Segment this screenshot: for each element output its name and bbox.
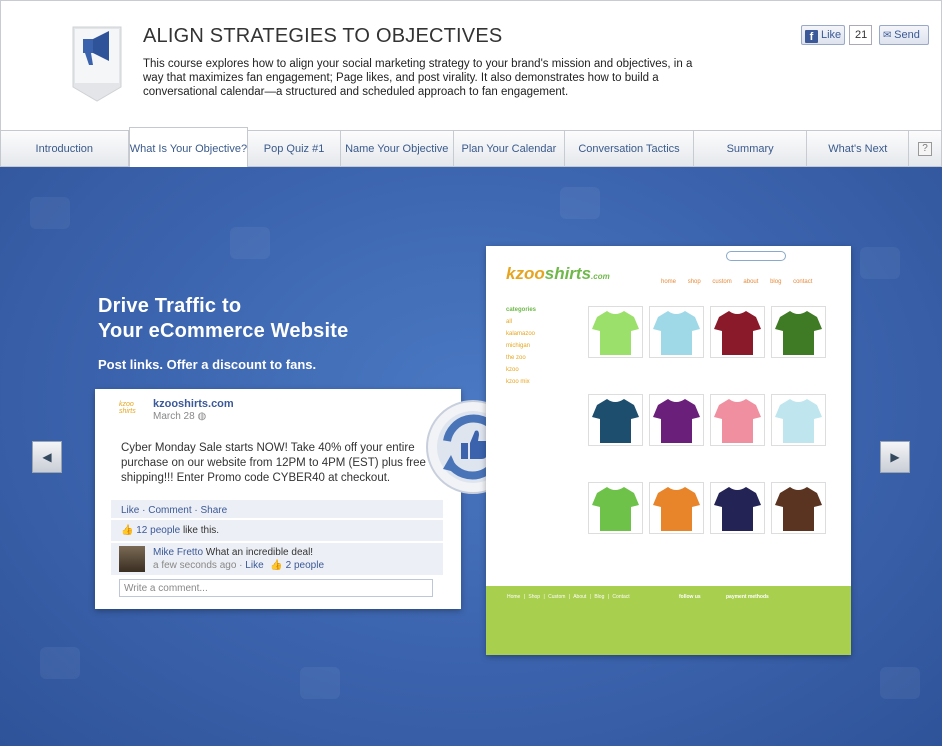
post-likes: 👍 12 people like this. bbox=[111, 520, 443, 541]
slide-headline: Drive Traffic to Your eCommerce Website bbox=[98, 295, 349, 342]
comment-text: What an incredible deal! bbox=[205, 547, 314, 558]
likes-count-link[interactable]: 12 people bbox=[136, 525, 180, 536]
comment-link[interactable]: Comment bbox=[148, 505, 191, 516]
avatar bbox=[119, 546, 145, 572]
page-logo: kzoo shirts bbox=[119, 401, 136, 415]
like-link[interactable]: Like bbox=[121, 505, 139, 516]
shop-nav: home shop custom about blog contact bbox=[661, 279, 813, 285]
product-thumbnail bbox=[588, 306, 643, 358]
product-thumbnail bbox=[649, 482, 704, 534]
tab-name-your-objective[interactable]: Name Your Objective bbox=[341, 131, 454, 167]
shop-website-preview: kzooshirts.com home shop custom about bl… bbox=[486, 246, 851, 655]
quote-bg-icon bbox=[300, 667, 340, 699]
post-actions: Like · Comment · Share bbox=[111, 500, 443, 518]
product-thumbnail bbox=[771, 394, 826, 446]
next-slide-button[interactable]: ▶ bbox=[880, 441, 910, 473]
tab-whats-next[interactable]: What's Next bbox=[807, 131, 910, 167]
slide-subhead: Post links. Offer a discount to fans. bbox=[98, 357, 317, 372]
product-thumbnail bbox=[588, 482, 643, 534]
product-thumbnail bbox=[710, 482, 765, 534]
previous-slide-button[interactable]: ◀ bbox=[32, 441, 62, 473]
tab-introduction[interactable]: Introduction bbox=[1, 131, 129, 167]
comment-like-link[interactable]: Like bbox=[245, 560, 263, 571]
facebook-like-button[interactable]: f Like bbox=[801, 25, 845, 45]
shop-search-input bbox=[726, 251, 786, 261]
product-thumbnail bbox=[771, 306, 826, 358]
product-thumbnail bbox=[710, 394, 765, 446]
comment-likes-link[interactable]: 2 people bbox=[286, 560, 324, 571]
shop-logo: kzooshirts.com bbox=[506, 264, 610, 283]
tab-conversation-tactics[interactable]: Conversation Tactics bbox=[565, 131, 694, 167]
megaphone-icon bbox=[72, 26, 122, 102]
post-date: March 28 ◍ bbox=[153, 411, 207, 422]
product-thumbnail bbox=[588, 394, 643, 446]
facebook-send-button[interactable]: ✉ Send bbox=[879, 25, 929, 45]
arrow-left-icon: ◀ bbox=[42, 450, 52, 464]
quote-bg-icon bbox=[560, 187, 600, 219]
quote-bg-icon bbox=[40, 647, 80, 679]
send-icon: ✉ bbox=[883, 30, 895, 41]
help-icon: ? bbox=[918, 141, 933, 156]
post-page-name[interactable]: kzooshirts.com bbox=[153, 398, 234, 410]
tab-pop-quiz-1[interactable]: Pop Quiz #1 bbox=[248, 131, 341, 167]
comment-input[interactable]: Write a comment... bbox=[119, 579, 433, 597]
course-header: ALIGN STRATEGIES TO OBJECTIVES This cour… bbox=[0, 0, 942, 130]
thumbs-up-icon: 👍 bbox=[270, 560, 283, 571]
product-thumbnail bbox=[649, 306, 704, 358]
quote-bg-icon bbox=[860, 247, 900, 279]
tab-plan-your-calendar[interactable]: Plan Your Calendar bbox=[454, 131, 566, 167]
post-text: Cyber Monday Sale starts NOW! Take 40% o… bbox=[121, 442, 426, 484]
like-count: 21 bbox=[849, 25, 873, 45]
share-link[interactable]: Share bbox=[201, 505, 228, 516]
facebook-icon: f bbox=[805, 30, 818, 43]
product-thumbnail bbox=[649, 394, 704, 446]
quote-bg-icon bbox=[880, 667, 920, 699]
tab-summary[interactable]: Summary bbox=[694, 131, 808, 167]
quote-bg-icon bbox=[30, 197, 70, 229]
quote-bg-icon bbox=[230, 227, 270, 259]
shop-sidebar: categories all kalamazoo michigan the zo… bbox=[506, 307, 537, 385]
course-title: ALIGN STRATEGIES TO OBJECTIVES bbox=[143, 25, 503, 47]
tab-what-is-your-objective[interactable]: What Is Your Objective? bbox=[128, 127, 249, 167]
course-description: This course explores how to align your s… bbox=[143, 58, 693, 98]
comment-time: a few seconds ago bbox=[153, 560, 237, 571]
facebook-post: kzoo shirts kzooshirts.com March 28 ◍ Cyb… bbox=[95, 389, 461, 609]
product-thumbnail bbox=[710, 306, 765, 358]
course-nav: Introduction What Is Your Objective? Pop… bbox=[0, 127, 942, 167]
thumbs-up-icon: 👍 bbox=[121, 525, 134, 536]
shop-footer: Home | Shop | Custom | About | Blog | Co… bbox=[486, 586, 851, 655]
slide-stage: Drive Traffic to Your eCommerce Website … bbox=[0, 167, 942, 746]
post-comment: Mike Fretto What an incredible deal! a f… bbox=[111, 543, 443, 575]
product-thumbnail bbox=[771, 482, 826, 534]
help-button[interactable]: ? bbox=[909, 131, 941, 166]
globe-icon: ◍ bbox=[197, 411, 207, 422]
arrow-right-icon: ▶ bbox=[890, 450, 900, 464]
comment-author[interactable]: Mike Fretto bbox=[153, 547, 203, 558]
